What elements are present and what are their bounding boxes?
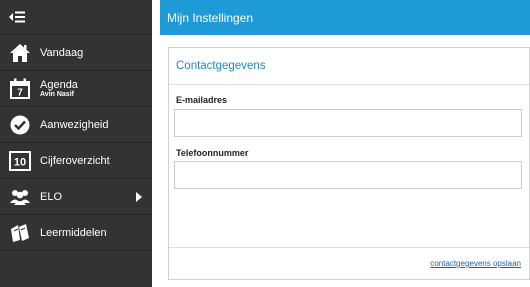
- main-content: Mijn Instellingen Contactgegevens E-mail…: [160, 0, 530, 287]
- phone-field[interactable]: [174, 161, 522, 189]
- sidebar-item-leermiddelen[interactable]: Leermiddelen: [0, 215, 152, 251]
- sidebar-item-cijferoverzicht[interactable]: 10 Cijferoverzicht: [0, 143, 152, 179]
- grade-10-icon: 10: [9, 150, 31, 172]
- panel-footer: contactgegevens opslaan: [169, 247, 529, 279]
- phone-label: Telefoonnummer: [176, 148, 249, 158]
- sidebar: Vandaag 7 Agenda Avin Nasif Aanwezigheid…: [0, 0, 152, 287]
- sidebar-item-vandaag[interactable]: Vandaag: [0, 35, 152, 71]
- email-label: E-mailadres: [176, 95, 228, 105]
- sidebar-toggle[interactable]: [0, 0, 152, 35]
- check-circle-icon: [9, 114, 31, 136]
- grade-number: 10: [14, 156, 26, 168]
- sidebar-item-label: Cijferoverzicht: [40, 154, 110, 167]
- sidebar-item-label: Vandaag: [40, 46, 84, 59]
- calendar-icon: 7: [9, 78, 31, 100]
- sidebar-item-label: Agenda: [40, 78, 78, 91]
- home-icon: [9, 42, 31, 64]
- email-field[interactable]: [174, 109, 522, 137]
- sidebar-item-sublabel: Avin Nasif: [40, 90, 74, 98]
- collapse-menu-icon[interactable]: [9, 11, 25, 23]
- sidebar-item-label: Aanwezigheid: [40, 118, 109, 131]
- sidebar-item-label: Leermiddelen: [40, 226, 107, 239]
- calendar-day-number: 7: [17, 87, 23, 98]
- contact-panel: Contactgegevens E-mailadres Telefoonnumm…: [168, 47, 530, 280]
- sidebar-item-label: ELO: [40, 190, 63, 203]
- sidebar-item-elo[interactable]: ELO: [0, 179, 152, 215]
- save-contact-link[interactable]: contactgegevens opslaan: [430, 259, 521, 268]
- chevron-right-icon: [136, 192, 142, 202]
- sidebar-item-aanwezigheid[interactable]: Aanwezigheid: [0, 107, 152, 143]
- page-header: Mijn Instellingen: [160, 0, 530, 35]
- page-title: Mijn Instellingen: [167, 10, 254, 25]
- books-icon: [9, 222, 31, 244]
- sidebar-item-agenda[interactable]: 7 Agenda Avin Nasif: [0, 71, 152, 107]
- people-icon: [9, 186, 31, 208]
- panel-title: Contactgegevens: [169, 48, 529, 85]
